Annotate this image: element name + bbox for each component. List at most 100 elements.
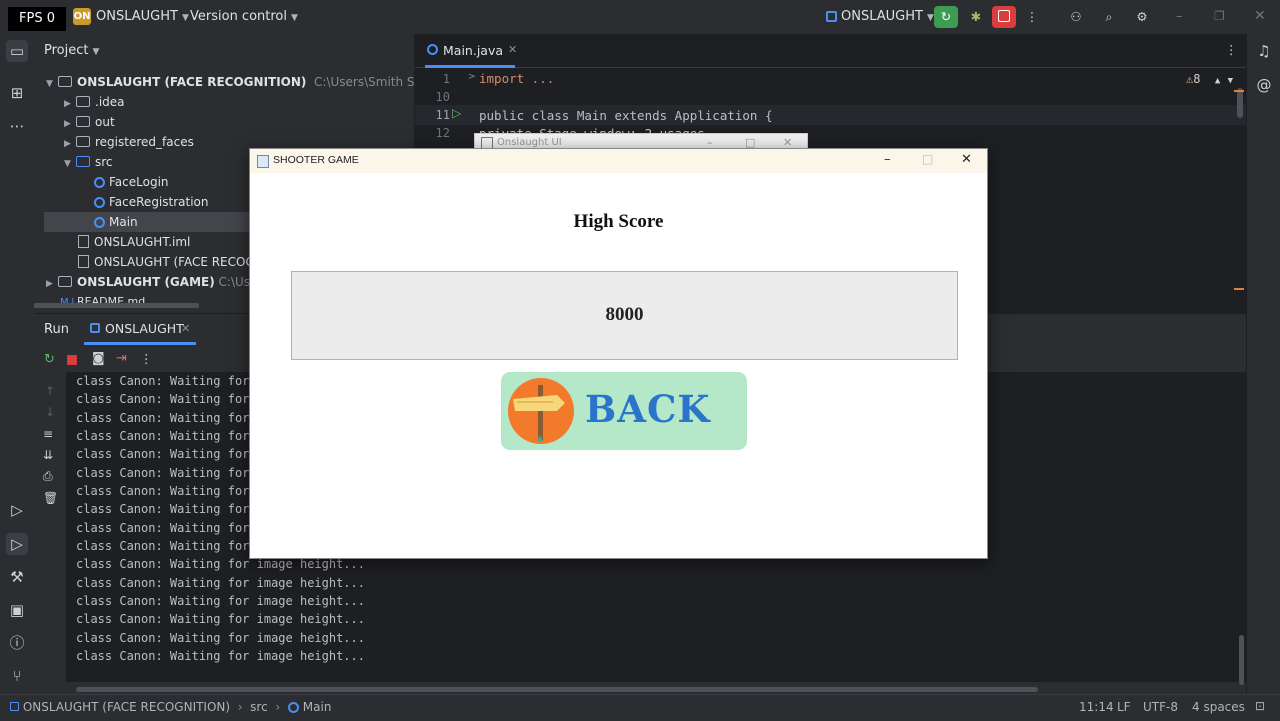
file-encoding[interactable]: UTF-8 bbox=[1143, 700, 1178, 714]
rerun-button[interactable]: ↻ bbox=[934, 6, 958, 28]
tree-item-label: registered_faces bbox=[95, 135, 194, 149]
tree-item-idea[interactable]: ▶ .idea bbox=[64, 92, 125, 112]
tree-item-main[interactable]: Main bbox=[94, 212, 138, 232]
app-config-icon bbox=[90, 323, 100, 333]
close-icon: ✕ bbox=[961, 152, 972, 167]
services-icon: ▷ bbox=[11, 501, 23, 519]
chevron-right-icon: ▶ bbox=[46, 279, 53, 289]
close-tab-icon[interactable]: ✕ bbox=[508, 43, 517, 56]
user-add-icon: ⚇ bbox=[1070, 9, 1082, 24]
project-tool-button[interactable]: ▭ bbox=[6, 40, 28, 62]
tree-item-readme[interactable]: M↓README.md bbox=[60, 292, 145, 312]
vcs-menu[interactable]: Version control ▼ bbox=[190, 9, 298, 24]
inspection-widget[interactable]: ⚠8 ▲ ▼ bbox=[1186, 72, 1233, 86]
close-window-button[interactable]: ✕ bbox=[1254, 8, 1266, 24]
more-actions-button[interactable]: ⋮ bbox=[1020, 6, 1044, 28]
lock-icon: ⊡ bbox=[1255, 699, 1266, 713]
tree-item-registered-faces[interactable]: ▶ registered_faces bbox=[64, 132, 194, 152]
file-icon bbox=[78, 255, 89, 268]
problems-tool-button[interactable]: ⓘ bbox=[6, 632, 28, 654]
screenshot-button[interactable]: ◙ bbox=[92, 351, 105, 366]
game-window-titlebar[interactable]: SHOOTER GAME – □ ✕ bbox=[250, 149, 987, 173]
scroll-to-end-button[interactable]: ⇊ bbox=[43, 448, 53, 462]
stop-button[interactable] bbox=[992, 6, 1016, 28]
run-tool-button[interactable]: ▷ bbox=[6, 533, 28, 555]
tree-item-iml[interactable]: ONSLAUGHT.iml bbox=[78, 232, 190, 252]
breadcrumb-item-src[interactable]: src bbox=[250, 700, 268, 714]
vcs-label: Version control bbox=[190, 9, 287, 24]
source-folder-icon bbox=[76, 156, 90, 167]
tree-root-face-recognition[interactable]: ▼ ONSLAUGHT (FACE RECOGNITION) C:\Users\S… bbox=[46, 72, 466, 92]
build-tool-button[interactable]: ⚒ bbox=[6, 566, 28, 588]
java-class-icon bbox=[94, 217, 105, 228]
settings-button[interactable]: ⚙ bbox=[1130, 6, 1154, 28]
close-tab-icon[interactable]: ✕ bbox=[181, 322, 190, 335]
tree-item-out[interactable]: ▶ out bbox=[64, 112, 115, 132]
back-button[interactable]: BACK bbox=[501, 372, 747, 450]
console-line: class Canon: Waiting for i bbox=[76, 392, 264, 406]
debug-button[interactable]: ✱ bbox=[964, 6, 988, 28]
more-run-actions[interactable]: ⋮ bbox=[140, 351, 153, 366]
console-horizontal-scrollbar[interactable] bbox=[76, 687, 1038, 692]
line-number: 12 bbox=[435, 126, 450, 140]
project-panel-header[interactable]: Project ▼ bbox=[44, 43, 99, 58]
search-button[interactable]: ⌕ bbox=[1097, 6, 1121, 28]
add-user-button[interactable]: ⚇ bbox=[1064, 6, 1088, 28]
git-tool-button[interactable]: ⑂ bbox=[6, 665, 28, 687]
services-tool-button[interactable]: ▷ bbox=[6, 499, 28, 521]
maximize-window-button[interactable]: □ bbox=[922, 152, 933, 166]
scroll-up-button[interactable]: ↑ bbox=[45, 384, 55, 398]
java-app-icon bbox=[257, 155, 269, 168]
chevron-down-icon: ▼ bbox=[181, 13, 189, 23]
line-separator[interactable]: LF bbox=[1117, 700, 1131, 714]
scroll-down-button[interactable]: ↓ bbox=[45, 405, 55, 419]
terminal-tool-button[interactable]: ▣ bbox=[6, 599, 28, 621]
minimize-window-button[interactable]: – bbox=[884, 152, 891, 167]
run-icon: ▷ bbox=[11, 535, 23, 553]
tab-main-java[interactable]: Main.java ✕ bbox=[425, 34, 517, 68]
close-icon: ✕ bbox=[1254, 8, 1266, 24]
run-config-selector[interactable]: ONSLAUGHT ▼ bbox=[826, 9, 934, 24]
tree-item-src[interactable]: ▼ src bbox=[64, 152, 113, 172]
tree-root-game[interactable]: ▶ ONSLAUGHT (GAME) C:\Users bbox=[46, 272, 269, 292]
run-config-name: ONSLAUGHT bbox=[841, 9, 923, 24]
tree-item-faceregistration[interactable]: FaceRegistration bbox=[94, 192, 209, 212]
rerun-button[interactable]: ↻ bbox=[44, 352, 55, 367]
breadcrumb: ONSLAUGHT (FACE RECOGNITION) › src › Mai… bbox=[10, 700, 331, 714]
run-gutter-icon[interactable]: ▷ bbox=[452, 106, 461, 120]
minimize-window-button[interactable]: – bbox=[1176, 9, 1183, 24]
error-stripe-marker bbox=[1234, 288, 1244, 290]
project-switcher[interactable]: ONSLAUGHT ▼ bbox=[96, 9, 189, 24]
run-tab-onslaught[interactable]: ONSLAUGHT ✕ bbox=[84, 314, 196, 345]
editor-options-button[interactable]: ⋮ bbox=[1225, 42, 1238, 57]
breadcrumb-separator-icon: › bbox=[233, 700, 247, 714]
print-button[interactable]: ⎙ bbox=[43, 469, 53, 484]
horizontal-scrollbar[interactable] bbox=[34, 303, 199, 308]
breadcrumb-item-module[interactable]: ONSLAUGHT (FACE RECOGNITION) bbox=[23, 700, 230, 714]
indent-setting[interactable]: 4 spaces bbox=[1192, 700, 1245, 714]
editor-scrollbar[interactable] bbox=[1237, 88, 1243, 118]
tree-item-face-recog-file[interactable]: ONSLAUGHT (FACE RECOGNI bbox=[78, 252, 267, 272]
exit-button[interactable]: ⇥ bbox=[116, 351, 127, 366]
structure-tool-button[interactable]: ⊞ bbox=[6, 82, 28, 104]
module-icon bbox=[10, 702, 19, 711]
clear-console-button[interactable]: 🗑 bbox=[43, 491, 58, 505]
java-class-icon bbox=[287, 702, 299, 713]
read-only-toggle[interactable]: ⊡ bbox=[1255, 699, 1265, 713]
restore-window-button[interactable]: ❐ bbox=[1214, 9, 1225, 23]
close-window-button[interactable]: ✕ bbox=[961, 152, 972, 167]
more-tools-button[interactable]: ⋯ bbox=[6, 115, 28, 137]
tree-item-facelogin[interactable]: FaceLogin bbox=[94, 172, 169, 192]
caret-position[interactable]: 11:14 bbox=[1079, 700, 1114, 714]
right-tool-strip: ♫ @ bbox=[1246, 34, 1280, 694]
fold-icon[interactable]: > bbox=[468, 72, 476, 82]
ai-assistant-button[interactable]: @ bbox=[1253, 74, 1275, 96]
stop-button[interactable] bbox=[67, 355, 77, 365]
breadcrumb-item-main[interactable]: Main bbox=[303, 700, 332, 714]
soft-wrap-button[interactable]: ≡ bbox=[43, 427, 53, 441]
run-panel-title: Run bbox=[44, 322, 69, 337]
signpost-icon bbox=[508, 378, 574, 444]
notifications-button[interactable]: ♫ bbox=[1253, 40, 1275, 62]
console-vertical-scrollbar[interactable] bbox=[1239, 635, 1244, 685]
console-line: class Canon: Waiting for image height... bbox=[76, 594, 365, 608]
